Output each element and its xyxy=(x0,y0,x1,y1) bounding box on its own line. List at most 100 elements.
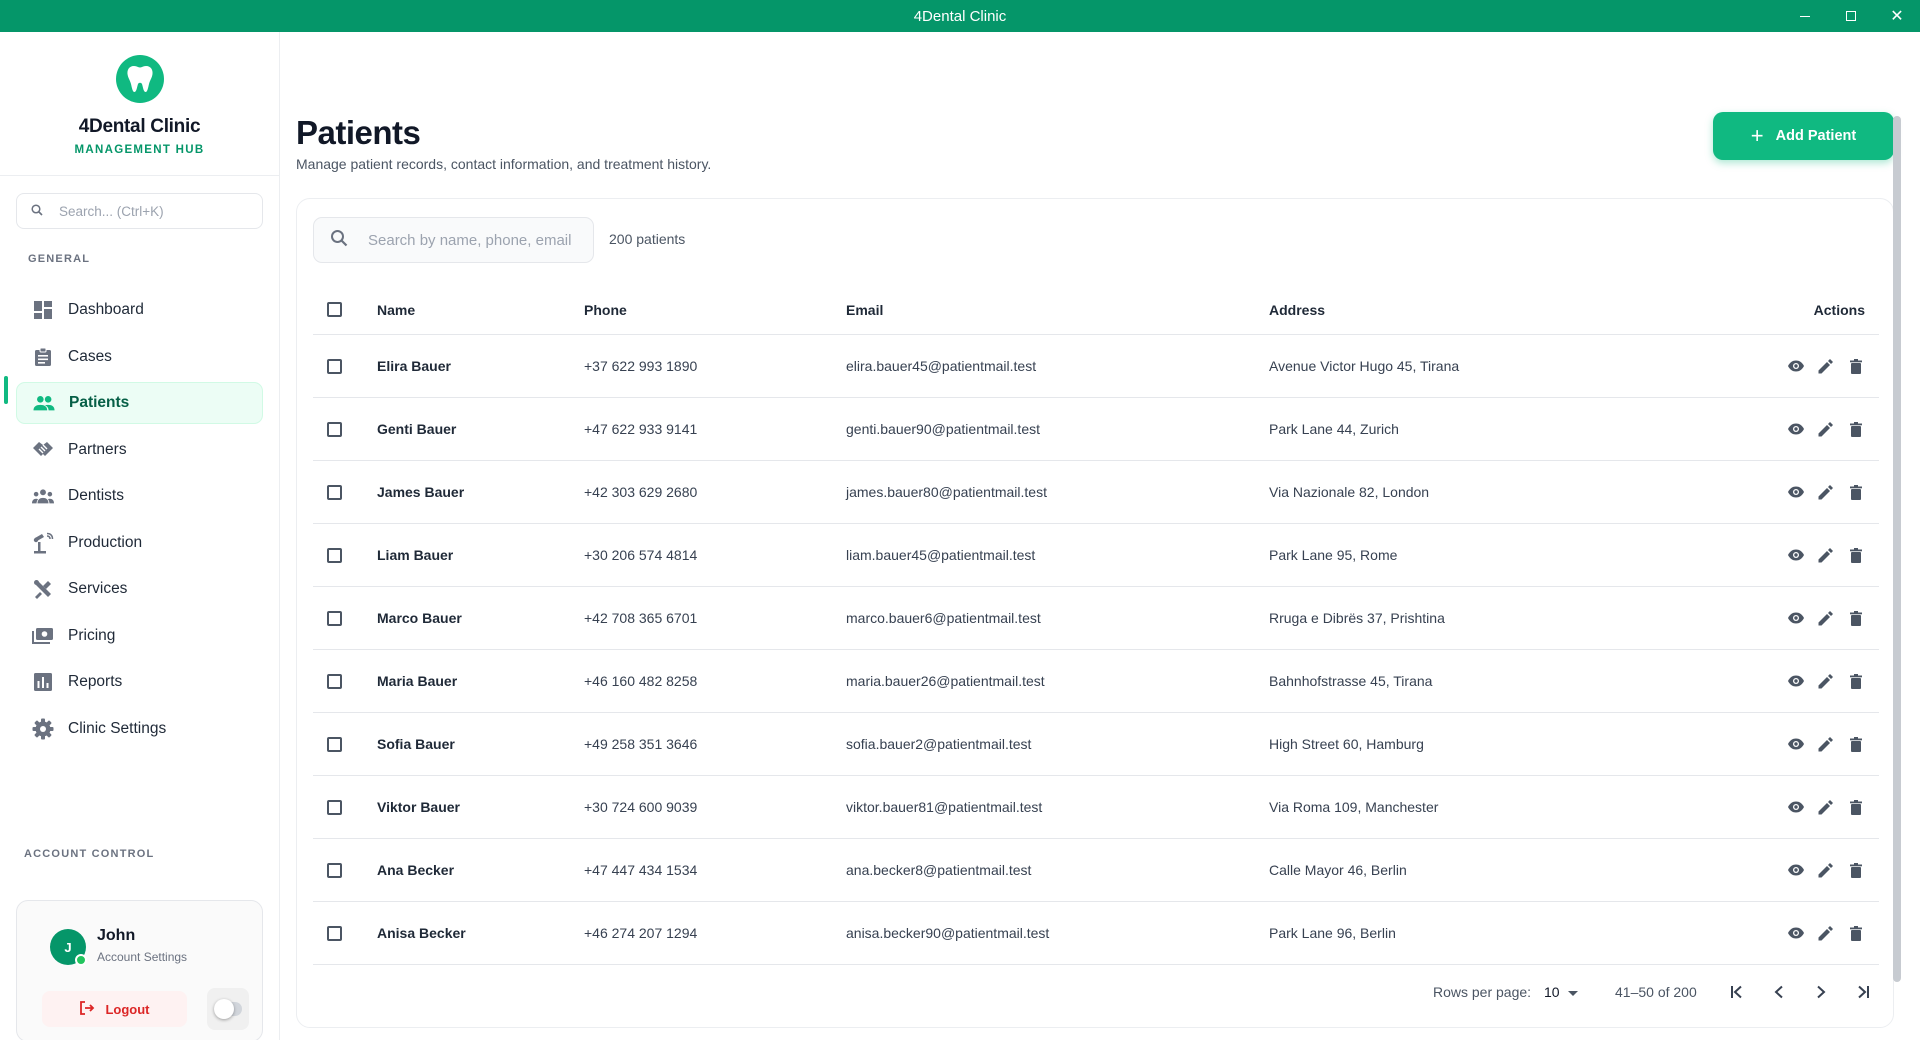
delete-icon[interactable] xyxy=(1846,420,1865,439)
delete-icon[interactable] xyxy=(1846,924,1865,943)
patient-search[interactable] xyxy=(313,217,594,263)
patient-name: James Bauer xyxy=(377,484,465,500)
view-icon[interactable] xyxy=(1786,483,1805,502)
view-icon[interactable] xyxy=(1786,735,1805,754)
account-name[interactable]: John xyxy=(97,927,135,945)
view-icon[interactable] xyxy=(1786,861,1805,880)
row-checkbox[interactable] xyxy=(327,713,342,775)
edit-icon[interactable] xyxy=(1816,546,1835,565)
patient-phone: +42 708 365 6701 xyxy=(584,610,698,626)
patient-address: High Street 60, Hamburg xyxy=(1269,736,1424,752)
sidebar-item-reports[interactable]: Reports xyxy=(16,661,263,703)
sidebar-item-label: Services xyxy=(68,580,128,597)
column-header-name[interactable]: Name xyxy=(377,285,415,334)
checkbox-icon xyxy=(327,302,342,317)
online-status-icon xyxy=(75,954,87,966)
patient-address: Bahnhofstrasse 45, Tirana xyxy=(1269,673,1433,689)
first-page-button[interactable] xyxy=(1721,977,1753,1009)
patient-search-input[interactable] xyxy=(368,231,578,249)
edit-icon[interactable] xyxy=(1816,672,1835,691)
add-patient-button[interactable]: + Add Patient xyxy=(1713,112,1894,160)
rows-per-page-select[interactable]: 10 xyxy=(1544,984,1578,1000)
delete-icon[interactable] xyxy=(1846,861,1865,880)
edit-icon[interactable] xyxy=(1816,357,1835,376)
column-header-phone[interactable]: Phone xyxy=(584,285,627,334)
previous-page-button[interactable] xyxy=(1763,977,1795,1009)
row-checkbox[interactable] xyxy=(327,398,342,460)
view-icon[interactable] xyxy=(1786,798,1805,817)
sidebar-item-partners[interactable]: Partners xyxy=(16,429,263,471)
edit-icon[interactable] xyxy=(1816,483,1835,502)
edit-icon[interactable] xyxy=(1816,609,1835,628)
logout-button[interactable]: Logout xyxy=(42,991,187,1027)
patient-name: Ana Becker xyxy=(377,862,455,878)
view-icon[interactable] xyxy=(1786,357,1805,376)
table-row: Anisa Becker +46 274 207 1294 anisa.beck… xyxy=(313,902,1879,965)
sidebar-item-clinic-settings[interactable]: Clinic Settings xyxy=(16,708,263,750)
edit-icon[interactable] xyxy=(1816,861,1835,880)
edit-icon[interactable] xyxy=(1816,735,1835,754)
sidebar-item-dentists[interactable]: Dentists xyxy=(16,475,263,517)
edit-icon[interactable] xyxy=(1816,798,1835,817)
table-row: Elira Bauer +37 622 993 1890 elira.bauer… xyxy=(313,335,1879,398)
row-checkbox[interactable] xyxy=(327,524,342,586)
edit-icon[interactable] xyxy=(1816,420,1835,439)
chevron-left-icon xyxy=(1774,985,1784,1002)
delete-icon[interactable] xyxy=(1846,735,1865,754)
delete-icon[interactable] xyxy=(1846,483,1865,502)
row-checkbox[interactable] xyxy=(327,902,342,964)
column-header-address[interactable]: Address xyxy=(1269,285,1325,334)
brand: 4Dental Clinic MANAGEMENT HUB xyxy=(0,32,279,176)
view-icon[interactable] xyxy=(1786,609,1805,628)
row-checkbox[interactable] xyxy=(327,839,342,901)
view-icon[interactable] xyxy=(1786,672,1805,691)
sidebar-item-cases[interactable]: Cases xyxy=(16,336,263,378)
sidebar-item-services[interactable]: Services xyxy=(16,568,263,610)
theme-toggle[interactable] xyxy=(207,988,249,1030)
sidebar-item-label: Reports xyxy=(68,673,123,690)
delete-icon[interactable] xyxy=(1846,609,1865,628)
patient-phone: +47 622 933 9141 xyxy=(584,421,698,437)
checkbox-icon xyxy=(327,421,342,437)
last-page-icon xyxy=(1856,985,1870,1002)
row-checkbox[interactable] xyxy=(327,335,342,397)
avatar-initial: J xyxy=(64,939,72,955)
view-icon[interactable] xyxy=(1786,546,1805,565)
delete-icon[interactable] xyxy=(1846,672,1865,691)
last-page-button[interactable] xyxy=(1847,977,1879,1009)
maximize-button[interactable] xyxy=(1828,0,1874,32)
minimize-button[interactable] xyxy=(1782,0,1828,32)
chevron-right-icon xyxy=(1816,985,1826,1002)
sidebar-item-patients[interactable]: Patients xyxy=(16,382,263,424)
edit-icon[interactable] xyxy=(1816,924,1835,943)
sidebar-item-dashboard[interactable]: Dashboard xyxy=(16,289,263,331)
sidebar-search[interactable]: Search... (Ctrl+K) xyxy=(16,193,263,229)
select-all-checkbox[interactable] xyxy=(327,285,342,334)
row-checkbox[interactable] xyxy=(327,587,342,649)
tooth-logo-icon xyxy=(115,55,164,103)
patient-address: Calle Mayor 46, Berlin xyxy=(1269,862,1407,878)
close-button[interactable]: ✕ xyxy=(1874,0,1920,32)
row-checkbox[interactable] xyxy=(327,461,342,523)
delete-icon[interactable] xyxy=(1846,798,1865,817)
row-checkbox[interactable] xyxy=(327,776,342,838)
patient-email: maria.bauer26@patientmail.test xyxy=(846,673,1045,689)
next-page-button[interactable] xyxy=(1805,977,1837,1009)
view-icon[interactable] xyxy=(1786,420,1805,439)
column-header-email[interactable]: Email xyxy=(846,285,883,334)
scrollbar-thumb[interactable] xyxy=(1893,116,1901,982)
section-label-account: ACCOUNT CONTROL xyxy=(24,848,155,860)
delete-icon[interactable] xyxy=(1846,546,1865,565)
account-settings-link[interactable]: Account Settings xyxy=(97,950,187,964)
row-actions xyxy=(1786,335,1865,397)
sidebar-item-production[interactable]: Production xyxy=(16,522,263,564)
sidebar-item-pricing[interactable]: Pricing xyxy=(16,615,263,657)
patient-email: ana.becker8@patientmail.test xyxy=(846,862,1032,878)
sidebar-nav: Dashboard Cases Patients Partners Dentis… xyxy=(16,289,263,754)
view-icon[interactable] xyxy=(1786,924,1805,943)
people-icon xyxy=(33,392,55,414)
plus-icon: + xyxy=(1750,123,1764,148)
row-checkbox[interactable] xyxy=(327,650,342,712)
avatar[interactable]: J xyxy=(50,929,87,966)
delete-icon[interactable] xyxy=(1846,357,1865,376)
